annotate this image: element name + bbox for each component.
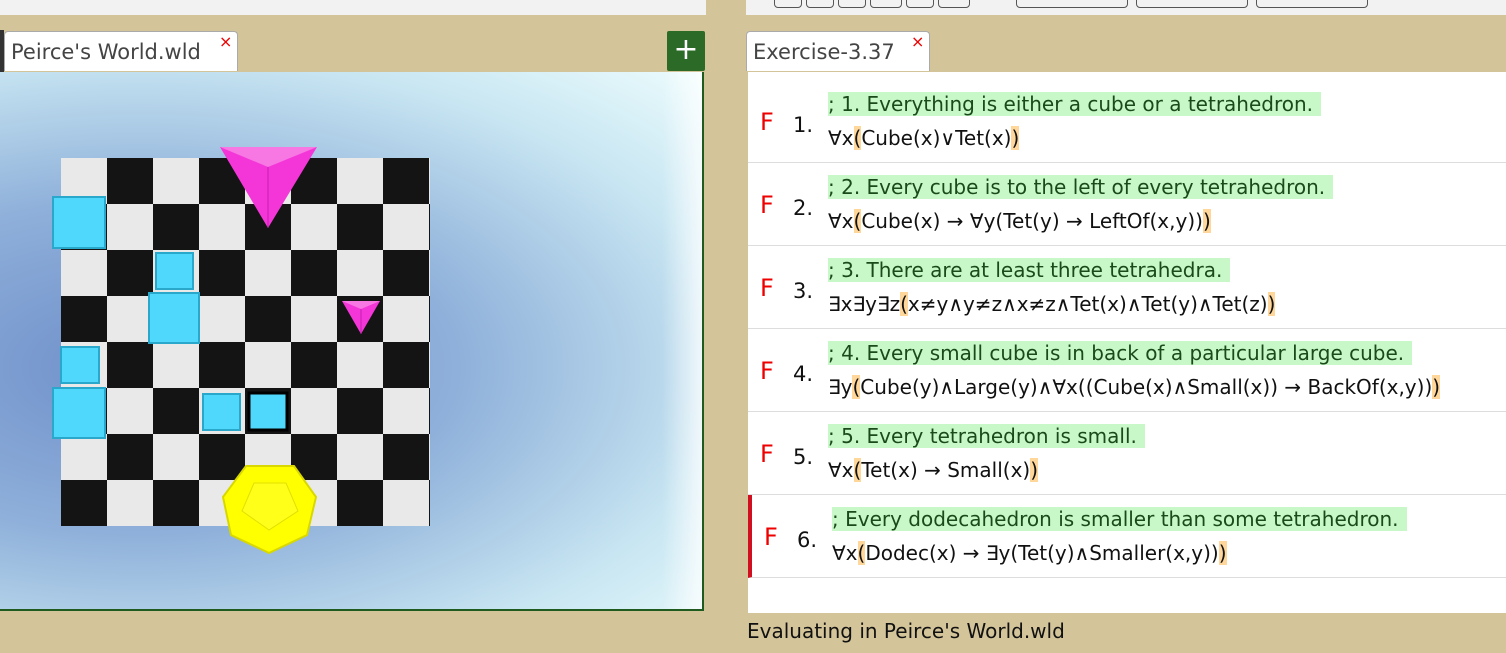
sentence-number: 5. <box>793 445 814 469</box>
cube-large[interactable] <box>52 387 106 439</box>
toolbar-button[interactable] <box>906 0 934 8</box>
sentence-number: 2. <box>793 196 814 220</box>
status-text: Evaluating in Peirce's World.wld <box>747 619 1065 643</box>
cube-small-selected[interactable] <box>247 391 289 432</box>
cube-small[interactable] <box>155 252 194 290</box>
sentence-row[interactable]: F 2. ; 2. Every cube is to the left of e… <box>748 163 1506 246</box>
tab-world-label: Peirce's World.wld <box>11 40 201 64</box>
sentence-row[interactable]: F 3. ; 3. There are at least three tetra… <box>748 246 1506 329</box>
cube-large[interactable] <box>148 292 200 344</box>
close-icon[interactable]: × <box>219 22 232 62</box>
sentence-formula[interactable]: ∃y(Cube(y)∧Large(y)∧∀x((Cube(x)∧Small(x)… <box>828 375 1441 399</box>
tab-exercise[interactable]: Exercise-3.37 × <box>746 31 930 71</box>
world-board <box>52 147 430 555</box>
sentence-row[interactable]: F 1. ; 1. Everything is either a cube or… <box>748 80 1506 163</box>
world-view[interactable] <box>0 72 704 611</box>
sentence-comment: ; 2. Every cube is to the left of every … <box>828 175 1334 199</box>
sentence-formula[interactable]: ∀x(Dodec(x) → ∃y(Tet(y)∧Smaller(x,y))) <box>832 541 1227 565</box>
sentence-number: 3. <box>793 279 814 303</box>
cube-small[interactable] <box>202 393 241 431</box>
toolbar-button[interactable] <box>774 0 802 8</box>
sentence-number: 4. <box>793 362 814 386</box>
toolbar-button[interactable] <box>870 0 902 8</box>
dodecahedron-large[interactable] <box>221 465 318 555</box>
tab-exercise-label: Exercise-3.37 <box>753 40 895 64</box>
sentence-comment: ; 3. There are at least three tetrahedra… <box>828 258 1231 282</box>
sentence-panel: F 1. ; 1. Everything is either a cube or… <box>748 72 1506 613</box>
close-icon[interactable]: × <box>911 22 924 62</box>
toolbar-left <box>0 0 706 15</box>
truth-value: F <box>764 523 778 551</box>
sentence-formula[interactable]: ∃x∃y∃z(x≠y∧y≠z∧x≠z∧Tet(x)∧Tet(y)∧Tet(z)) <box>828 292 1276 316</box>
cube-large[interactable] <box>52 196 106 249</box>
sentence-row[interactable]: F 5. ; 5. Every tetrahedron is small. ∀x… <box>748 412 1506 495</box>
cube-small[interactable] <box>60 346 100 384</box>
tab-world[interactable]: Peirce's World.wld × <box>4 31 238 71</box>
sentence-number: 6. <box>797 528 818 552</box>
sentence-number: 1. <box>793 113 814 137</box>
add-tab-button[interactable]: + <box>667 31 705 71</box>
truth-value: F <box>760 357 774 385</box>
sentence-row-selected[interactable]: F 6. ; Every dodecahedron is smaller tha… <box>748 495 1506 578</box>
truth-value: F <box>760 108 774 136</box>
toolbar-button[interactable] <box>1136 0 1248 8</box>
sentence-comment: ; 4. Every small cube is in back of a pa… <box>828 341 1413 365</box>
sentence-comment: ; Every dodecahedron is smaller than som… <box>832 507 1407 531</box>
toolbar-button[interactable] <box>1016 0 1128 8</box>
toolbar-button[interactable] <box>1256 0 1368 8</box>
toolbar-button[interactable] <box>806 0 834 8</box>
sentence-row[interactable]: F 4. ; 4. Every small cube is in back of… <box>748 329 1506 412</box>
truth-value: F <box>760 440 774 468</box>
toolbar-button[interactable] <box>938 0 970 8</box>
sentence-comment: ; 1. Everything is either a cube or a te… <box>828 92 1322 116</box>
toolbar-right <box>746 0 1506 15</box>
sentence-comment: ; 5. Every tetrahedron is small. <box>828 424 1145 448</box>
toolbar-button[interactable] <box>838 0 866 8</box>
truth-value: F <box>760 191 774 219</box>
sentence-formula[interactable]: ∀x(Cube(x) → ∀y(Tet(y) → LeftOf(x,y))) <box>828 209 1211 233</box>
truth-value: F <box>760 274 774 302</box>
sentence-formula[interactable]: ∀x(Cube(x)∨Tet(x)) <box>828 126 1020 150</box>
sentence-formula[interactable]: ∀x(Tet(x) → Small(x)) <box>828 458 1039 482</box>
